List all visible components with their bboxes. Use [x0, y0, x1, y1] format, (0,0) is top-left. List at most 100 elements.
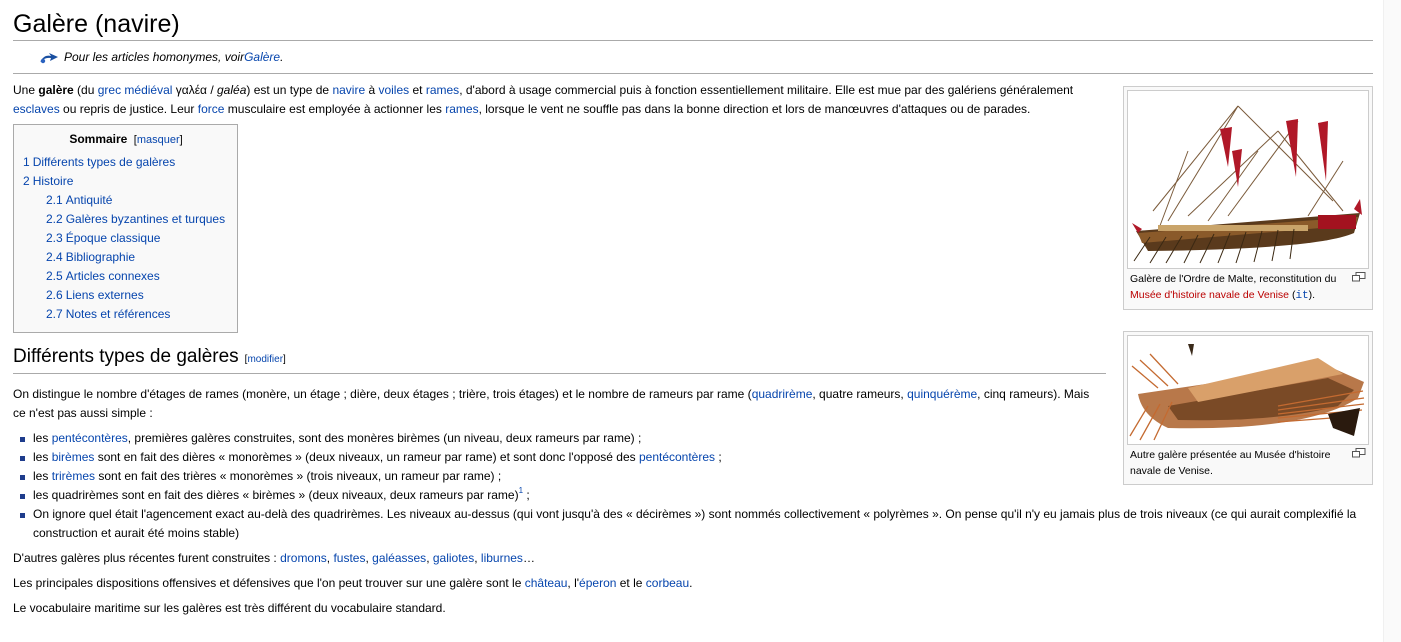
separator-text: , l' [567, 576, 580, 590]
toc-number: 2.2 [46, 212, 63, 226]
link-galiotes[interactable]: galiotes [433, 551, 474, 565]
list-text: sont en fait des dières « monorèmes » (d… [94, 450, 639, 464]
link-dromons[interactable]: dromons [280, 551, 327, 565]
toc-link[interactable]: 2.1 Antiquité [46, 193, 112, 207]
list-item: les quadrirèmes sont en fait des dières … [20, 486, 1363, 505]
lead-text: et [409, 83, 426, 97]
link-fustes[interactable]: fustes [333, 551, 365, 565]
toc-link[interactable]: 2.6 Liens externes [46, 288, 144, 302]
list-text: les [33, 431, 52, 445]
magnify-icon[interactable] [1352, 448, 1366, 458]
link-musee-histoire-navale[interactable]: Musée d'histoire navale de Venise [1130, 289, 1289, 301]
toc-list: 1 Différents types de galères 2 Histoire 2… [23, 153, 229, 324]
paragraph-text: … [522, 551, 535, 565]
toc-label: Histoire [32, 174, 74, 188]
toc-item[interactable]: 2.7 Notes et références [23, 305, 229, 324]
table-of-contents: Sommaire [masquer] 1 Différents types de … [13, 124, 238, 333]
link-pentecontere[interactable]: pentécontères [52, 431, 128, 445]
link-galeasses[interactable]: galéasses [372, 551, 426, 565]
hatnote-prefix: Pour les articles homonymes, voir [64, 50, 245, 64]
toc-number: 2.1 [46, 193, 63, 207]
thumbnail-caption: Autre galère présentée au Musée d'histoi… [1127, 445, 1369, 481]
link-quinquereme[interactable]: quinquérème [907, 387, 977, 401]
toc-item[interactable]: 2.6 Liens externes [23, 286, 229, 305]
hatnote-suffix: . [280, 50, 284, 64]
link-pentecontere-2[interactable]: pentécontères [639, 450, 715, 464]
toc-hide-link[interactable]: masquer [137, 134, 180, 146]
link-corbeau[interactable]: corbeau [646, 576, 689, 590]
galley-image-malta[interactable] [1127, 90, 1369, 269]
toc-number: 2 [23, 174, 30, 188]
toc-link[interactable]: 2.7 Notes et références [46, 307, 170, 321]
separator-text: , [474, 551, 481, 565]
hatnote-link[interactable]: Galère [244, 49, 280, 66]
galley-model-illustration [1128, 336, 1368, 444]
toc-item[interactable]: 1 Différents types de galères [23, 153, 229, 172]
toc-link[interactable]: 2.5 Articles connexes [46, 269, 160, 283]
toc-label: Notes et références [65, 307, 171, 321]
toc-item[interactable]: 2 Histoire [23, 172, 229, 191]
section-heading: Différents types de galères [modifier] [13, 345, 1106, 374]
toc-link[interactable]: 2.2 Galères byzantines et turques [46, 212, 225, 226]
toc-number: 1 [23, 155, 30, 169]
caption-text: ). [1308, 289, 1316, 301]
lead-text: , d'abord à usage commercial puis à fonc… [459, 83, 1074, 97]
link-navire[interactable]: navire [332, 83, 365, 97]
edit-bracket: ] [283, 354, 286, 365]
disambiguation-icon [40, 52, 58, 63]
section-paragraph: Les principales dispositions offensives … [13, 574, 1363, 593]
link-force[interactable]: force [198, 102, 225, 116]
hatnote-separator [13, 73, 1373, 74]
list-text: ; [523, 488, 530, 502]
toc-item[interactable]: 2.1 Antiquité [23, 191, 229, 210]
section-edit-link[interactable]: modifier [247, 354, 283, 365]
list-text: les [33, 469, 52, 483]
lead-text: à [365, 83, 379, 97]
lead-text: musculaire est employée à actionner les [224, 102, 446, 116]
toc-link[interactable]: 2 Histoire [23, 174, 73, 188]
section-paragraph: Le vocabulaire maritime sur les galères … [13, 601, 446, 615]
toc-title: Sommaire [69, 132, 128, 146]
link-voiles[interactable]: voiles [378, 83, 409, 97]
toc-item[interactable]: 2.3 Époque classique [23, 229, 229, 248]
link-esclaves[interactable]: esclaves [13, 102, 60, 116]
separator-text: , [426, 551, 433, 565]
vertical-scrollbar[interactable] [1383, 0, 1401, 642]
link-liburnes[interactable]: liburnes [481, 551, 523, 565]
toc-link[interactable]: 2.4 Bibliographie [46, 250, 135, 264]
toc-toggle-bracket: ] [179, 134, 183, 146]
link-grec-medieval[interactable]: grec médiéval [98, 83, 173, 97]
toc-toggle: [masquer] [131, 134, 183, 146]
toc-label: Différents types de galères [32, 155, 176, 169]
toc-number: 2.3 [46, 231, 63, 245]
link-chateau[interactable]: château [525, 576, 568, 590]
toc-number: 2.6 [46, 288, 63, 302]
link-lang-it[interactable]: it [1295, 290, 1308, 302]
link-bireme[interactable]: birèmes [52, 450, 95, 464]
toc-item[interactable]: 2.5 Articles connexes [23, 267, 229, 286]
lead-text: ou repris de justice. Leur [59, 102, 198, 116]
toc-link[interactable]: 2.3 Époque classique [46, 231, 160, 245]
link-quadrireme[interactable]: quadrirème [752, 387, 813, 401]
toc-label: Bibliographie [65, 250, 136, 264]
toc-label: Articles connexes [65, 269, 160, 283]
toc-item[interactable]: 2.2 Galères byzantines et turques [23, 210, 229, 229]
thumbnail-venice-galley: Autre galère présentée au Musée d'histoi… [1123, 331, 1373, 485]
galley-image-venice[interactable] [1127, 335, 1369, 445]
paragraph-text: D'autres galères plus récentes furent co… [13, 551, 281, 565]
toc-item[interactable]: 2.4 Bibliographie [23, 248, 229, 267]
lead-text: , lorsque le vent ne souffle pas dans la… [478, 102, 1031, 116]
lead-italic-term: galéa [217, 83, 247, 97]
toc-header: Sommaire [masquer] [23, 132, 229, 146]
link-rames[interactable]: rames [426, 83, 459, 97]
section-paragraph: D'autres galères plus récentes furent co… [13, 549, 1363, 568]
link-rames-2[interactable]: rames [445, 102, 478, 116]
link-eperon[interactable]: éperon [579, 576, 616, 590]
list-text: ; [715, 450, 722, 464]
toc-link[interactable]: 1 Différents types de galères [23, 155, 175, 169]
magnify-icon[interactable] [1352, 272, 1366, 282]
thumbnail-maltese-galley: Galère de l'Ordre de Malte, reconstituti… [1123, 86, 1373, 310]
galley-illustration [1128, 91, 1368, 268]
link-trireme[interactable]: trirèmes [52, 469, 95, 483]
section-edit: [modifier] [245, 354, 286, 365]
